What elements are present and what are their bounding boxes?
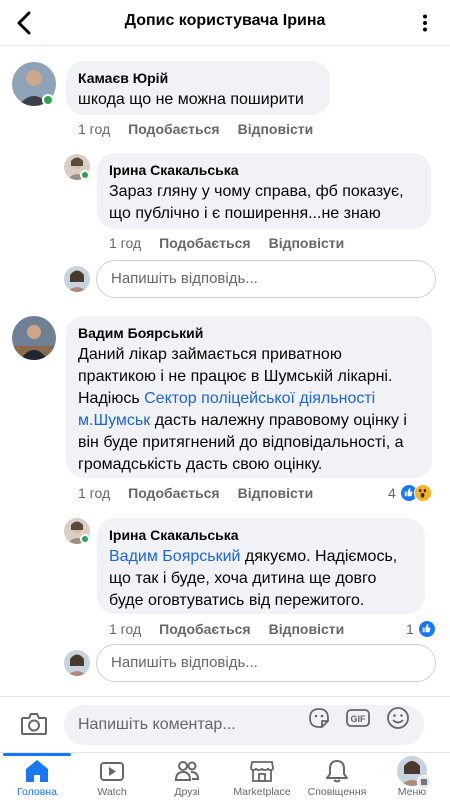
avatar-current-user	[64, 266, 90, 292]
emoji-icon[interactable]	[385, 705, 411, 731]
gif-icon[interactable]: GIF	[345, 705, 371, 731]
reply-button[interactable]: Відповісти	[238, 485, 314, 501]
tab-marketplace[interactable]: Marketplace	[225, 753, 299, 800]
svg-text:GIF: GIF	[351, 714, 367, 724]
online-status-dot	[80, 534, 90, 544]
reaction-count: 4	[388, 485, 396, 501]
watch-icon	[100, 762, 124, 781]
back-arrow-icon[interactable]	[10, 8, 40, 38]
tab-label: Головна	[17, 786, 57, 798]
camera-icon[interactable]	[20, 711, 48, 737]
online-status-dot	[80, 170, 90, 180]
user-mention-link[interactable]: Вадим Боярський	[109, 548, 240, 565]
comment-time: 1 год	[78, 485, 111, 501]
sticker-icon[interactable]	[306, 705, 332, 731]
tab-notifications[interactable]: Сповіщення	[300, 753, 374, 800]
bell-icon	[326, 760, 348, 783]
comment-author[interactable]: Ірина Скакальська	[109, 526, 413, 544]
comment-author[interactable]: Ірина Скакальська	[109, 161, 419, 179]
comment-bubble[interactable]: Ірина Скакальська Вадим Боярський дякуєм…	[97, 518, 425, 614]
reply-button[interactable]: Відповісти	[269, 235, 345, 251]
home-icon	[26, 760, 48, 782]
tab-label: Watch	[97, 786, 127, 798]
comment-author[interactable]: Вадим Боярський	[78, 324, 420, 342]
comment-bubble[interactable]: Ірина Скакальська Зараз гляну у чому спр…	[97, 153, 431, 229]
reaction-summary[interactable]: 4	[388, 482, 432, 504]
wow-reaction-icon	[413, 484, 432, 502]
reaction-summary[interactable]: 1	[406, 618, 436, 640]
tab-label: Сповіщення	[307, 786, 367, 798]
comment-time: 1 год	[109, 621, 142, 637]
friends-icon	[174, 761, 200, 781]
like-button[interactable]: Подобається	[128, 121, 219, 137]
top-bar: Допис користувача Ірина	[0, 0, 450, 46]
reply-input[interactable]: Напишіть відповідь...	[96, 644, 436, 682]
more-options-icon[interactable]	[416, 14, 434, 32]
tab-menu[interactable]: Меню	[375, 753, 449, 800]
like-button[interactable]: Подобається	[128, 485, 219, 501]
avatar-current-user	[64, 650, 90, 676]
bottom-tab-bar: Головна Watch Друзі Marketplace Сповіщен…	[0, 752, 450, 800]
online-status-dot	[42, 94, 54, 106]
like-button[interactable]: Подобається	[159, 621, 250, 637]
reply-button[interactable]: Відповісти	[238, 121, 314, 137]
comment-text: Вадим Боярський дякуємо. Надіємось, що т…	[109, 546, 413, 612]
tab-home[interactable]: Головна	[0, 753, 74, 800]
comment-text: шкода що не можна поширити	[78, 91, 304, 108]
comment-text: Даний лікар займається приватною практик…	[78, 344, 420, 476]
comment-actions: 1 год Подобається Відповісти	[78, 483, 331, 503]
comment-time: 1 год	[109, 235, 142, 251]
tab-label: Меню	[397, 786, 427, 798]
like-reaction-icon	[417, 620, 436, 638]
comment-actions: 1 год Подобається Відповісти	[109, 619, 362, 639]
comment-time: 1 год	[78, 121, 111, 137]
marketplace-icon	[250, 761, 274, 782]
page-title: Допис користувача Ірина	[124, 12, 326, 29]
like-button[interactable]: Подобається	[159, 235, 250, 251]
comment-text: Зараз гляну у чому справа, фб показує, щ…	[109, 183, 404, 222]
reply-button[interactable]: Відповісти	[269, 621, 345, 637]
comment-actions: 1 год Подобається Відповісти	[78, 119, 331, 139]
comment-bubble[interactable]: Камаєв Юрій шкода що не можна поширити	[66, 61, 330, 115]
tab-label: Marketplace	[233, 786, 291, 798]
reaction-count: 1	[406, 621, 414, 637]
tab-friends[interactable]: Друзі	[150, 753, 224, 800]
reply-input[interactable]: Напишіть відповідь...	[96, 260, 436, 298]
comment-author[interactable]: Камаєв Юрій	[78, 69, 318, 87]
comment-composer: Напишіть коментар... GIF	[0, 696, 450, 752]
tab-watch[interactable]: Watch	[75, 753, 149, 800]
avatar-boiarskyi[interactable]	[12, 316, 56, 360]
comment-bubble[interactable]: Вадим Боярський Даний лікар займається п…	[66, 316, 432, 478]
comment-actions: 1 год Подобається Відповісти	[109, 233, 362, 253]
tab-label: Друзі	[174, 786, 200, 798]
